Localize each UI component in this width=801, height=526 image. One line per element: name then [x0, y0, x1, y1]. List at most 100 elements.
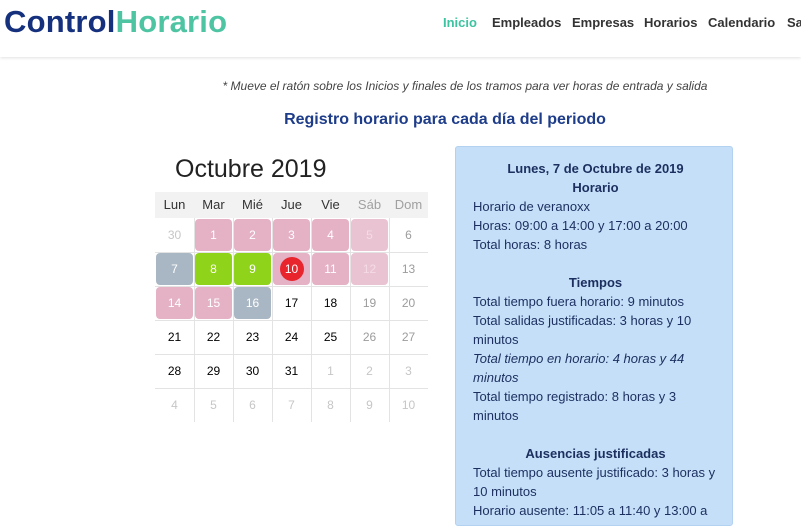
calendar-day[interactable]: 29 [194, 354, 233, 388]
calendar-day[interactable]: 26 [350, 320, 389, 354]
detail-horario-heading: Horario [572, 180, 619, 195]
calendar-day-number: 10 [401, 398, 416, 412]
calendar-day[interactable]: 8 [311, 388, 350, 422]
calendar-day[interactable]: 19 [350, 286, 389, 320]
weekday-header: Lun [155, 192, 194, 218]
detail-en-horario: Total tiempo en horario: 4 horas y 44 mi… [473, 351, 685, 385]
calendar-day-number: 4 [171, 398, 178, 412]
calendar-day-number: 22 [206, 330, 221, 344]
calendar-day[interactable]: 2 [350, 354, 389, 388]
calendar-day-number: 27 [401, 330, 416, 344]
detail-ausencias-heading: Ausencias justificadas [525, 446, 666, 461]
calendar-day[interactable]: 24 [272, 320, 311, 354]
calendar-day[interactable]: 25 [311, 320, 350, 354]
weekday-header: Dom [389, 192, 428, 218]
calendar-day[interactable]: 28 [155, 354, 194, 388]
calendar-day-number: 31 [284, 364, 299, 378]
detail-tiempos-heading: Tiempos [568, 275, 623, 290]
calendar-day-number: 19 [362, 296, 377, 310]
detail-total-horas: Total horas: 8 horas [473, 237, 588, 252]
calendar-day-number: 17 [284, 296, 299, 310]
calendar-day[interactable]: 5 [350, 218, 389, 252]
calendar-day[interactable]: 20 [389, 286, 428, 320]
detail-horario-ausente: Horario ausente: 11:05 a 11:40 y 13:00 a [473, 503, 708, 518]
calendar-day[interactable]: 9 [350, 388, 389, 422]
nav-calendario[interactable]: Calendario [708, 15, 775, 30]
calendar-day[interactable]: 12 [350, 252, 389, 286]
calendar-day-number: 9 [249, 262, 256, 276]
calendar-day-number: 24 [284, 330, 299, 344]
calendar-day-number: 14 [167, 296, 182, 310]
calendar-day[interactable]: 30 [233, 354, 272, 388]
calendar-day-number: 3 [405, 364, 412, 378]
calendar-day[interactable]: 1 [194, 218, 233, 252]
detail-ausente-justificado: Total tiempo ausente justificado: 3 hora… [473, 465, 716, 499]
calendar-day-number: 1 [327, 364, 334, 378]
calendar-day-number: 29 [206, 364, 221, 378]
calendar-day-number: 5 [366, 228, 373, 242]
calendar-day-number: 11 [324, 262, 337, 276]
calendar-day-number: 3 [288, 228, 295, 242]
calendar-day[interactable]: 16 [233, 286, 272, 320]
nav-inicio[interactable]: Inicio [443, 15, 477, 30]
detail-horario-name: Horario de veranoxx [473, 199, 591, 214]
nav-empresas[interactable]: Empresas [572, 15, 634, 30]
calendar-day-number: 4 [327, 228, 334, 242]
weekday-header: Vie [311, 192, 350, 218]
nav-horarios[interactable]: Horarios [644, 15, 697, 30]
weekday-header: Jue [272, 192, 311, 218]
calendar-day[interactable]: 18 [311, 286, 350, 320]
calendar-day[interactable]: 31 [272, 354, 311, 388]
calendar-day[interactable]: 7 [155, 252, 194, 286]
calendar-day-number: 9 [366, 398, 373, 412]
calendar-day[interactable]: 17 [272, 286, 311, 320]
calendar-day[interactable]: 6 [389, 218, 428, 252]
calendar-day[interactable]: 6 [233, 388, 272, 422]
nav-empleados[interactable]: Empleados [492, 15, 561, 30]
calendar-day[interactable]: 22 [194, 320, 233, 354]
calendar-day-number: 30 [167, 228, 182, 242]
calendar-day[interactable]: 1 [311, 354, 350, 388]
calendar-day[interactable]: 15 [194, 286, 233, 320]
calendar-day[interactable]: 30 [155, 218, 194, 252]
day-detail-panel: Lunes, 7 de Octubre de 2019 Horario Hora… [455, 146, 733, 526]
calendar-day-number: 20 [401, 296, 416, 310]
logo-part-horario: Horario [115, 4, 228, 39]
detail-horas: Horas: 09:00 a 14:00 y 17:00 a 20:00 [473, 218, 688, 233]
calendar-day[interactable]: 23 [233, 320, 272, 354]
calendar-day-number: 2 [366, 364, 373, 378]
detail-salidas-justificadas: Total salidas justificadas: 3 horas y 10… [473, 313, 692, 347]
calendar-day[interactable]: 21 [155, 320, 194, 354]
calendar-day[interactable]: 14 [155, 286, 194, 320]
calendar-day-number: 26 [362, 330, 377, 344]
weekday-header: Sáb [350, 192, 389, 218]
calendar-day[interactable]: 8 [194, 252, 233, 286]
logo[interactable]: ControlHorario [4, 4, 227, 40]
calendar-day-number: 7 [171, 262, 178, 276]
nav-overflow-item[interactable]: Sa [787, 15, 801, 30]
calendar-day-number: 12 [362, 262, 377, 276]
calendar-day[interactable]: 10 [272, 252, 311, 286]
page-heading: Registro horario para cada día del perio… [284, 111, 606, 128]
calendar-day[interactable]: 3 [272, 218, 311, 252]
detail-fuera-horario: Total tiempo fuera horario: 9 minutos [473, 294, 684, 309]
calendar-day-number: 13 [401, 262, 416, 276]
calendar-day[interactable]: 5 [194, 388, 233, 422]
weekday-header: Mar [194, 192, 233, 218]
calendar-day[interactable]: 10 [389, 388, 428, 422]
calendar-day[interactable]: 9 [233, 252, 272, 286]
calendar-day[interactable]: 3 [389, 354, 428, 388]
calendar-day[interactable]: 13 [389, 252, 428, 286]
calendar-month-title: Octubre 2019 [175, 155, 327, 183]
calendar-day[interactable]: 2 [233, 218, 272, 252]
detail-date-title: Lunes, 7 de Octubre de 2019 [507, 161, 684, 176]
calendar-day[interactable]: 11 [311, 252, 350, 286]
calendar-day[interactable]: 27 [389, 320, 428, 354]
calendar-day-number: 23 [245, 330, 260, 344]
calendar-day-number: 10 [284, 262, 299, 276]
calendar-day-number: 28 [167, 364, 182, 378]
calendar-day[interactable]: 4 [155, 388, 194, 422]
calendar-day[interactable]: 7 [272, 388, 311, 422]
calendar-day-number: 1 [210, 228, 217, 242]
calendar-day[interactable]: 4 [311, 218, 350, 252]
